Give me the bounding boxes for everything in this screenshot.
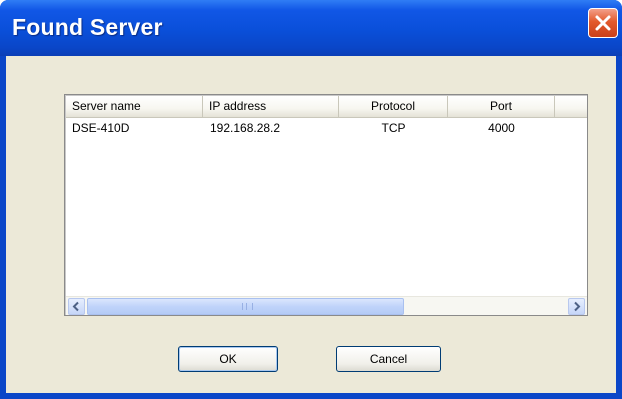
scroll-right-button[interactable] [568, 298, 585, 315]
scrollbar-thumb[interactable] [87, 298, 404, 315]
found-server-dialog: Found Server Server name IP address Prot… [0, 0, 622, 399]
column-header-server-name[interactable]: Server name [66, 96, 203, 117]
column-header-port[interactable]: Port [448, 96, 555, 117]
list-header: Server name IP address Protocol Port [66, 96, 587, 118]
server-list[interactable]: Server name IP address Protocol Port DSE… [64, 94, 588, 316]
cell-ip-address: 192.168.28.2 [210, 121, 281, 135]
column-header-ip-address[interactable]: IP address [203, 96, 339, 117]
cancel-button[interactable]: Cancel [336, 346, 441, 372]
title-bar[interactable]: Found Server [0, 0, 622, 56]
ok-button[interactable]: OK [178, 346, 278, 372]
scroll-left-button[interactable] [68, 298, 85, 315]
column-header-empty [555, 96, 587, 117]
table-row[interactable]: DSE-410D 192.168.28.2 TCP 4000 [66, 119, 587, 137]
close-icon [595, 15, 611, 31]
thumb-grip [242, 303, 253, 310]
column-header-protocol[interactable]: Protocol [339, 96, 448, 117]
cell-protocol: TCP [381, 121, 406, 135]
dialog-title: Found Server [12, 14, 163, 40]
dialog-body: Server name IP address Protocol Port DSE… [6, 56, 616, 393]
window-bottom-border [0, 393, 622, 399]
close-button[interactable] [588, 8, 618, 38]
cell-port: 4000 [488, 121, 515, 135]
cell-server-name: DSE-410D [72, 121, 130, 135]
chevron-left-icon [72, 301, 79, 312]
chevron-right-icon [574, 301, 581, 312]
horizontal-scrollbar[interactable] [66, 296, 587, 315]
